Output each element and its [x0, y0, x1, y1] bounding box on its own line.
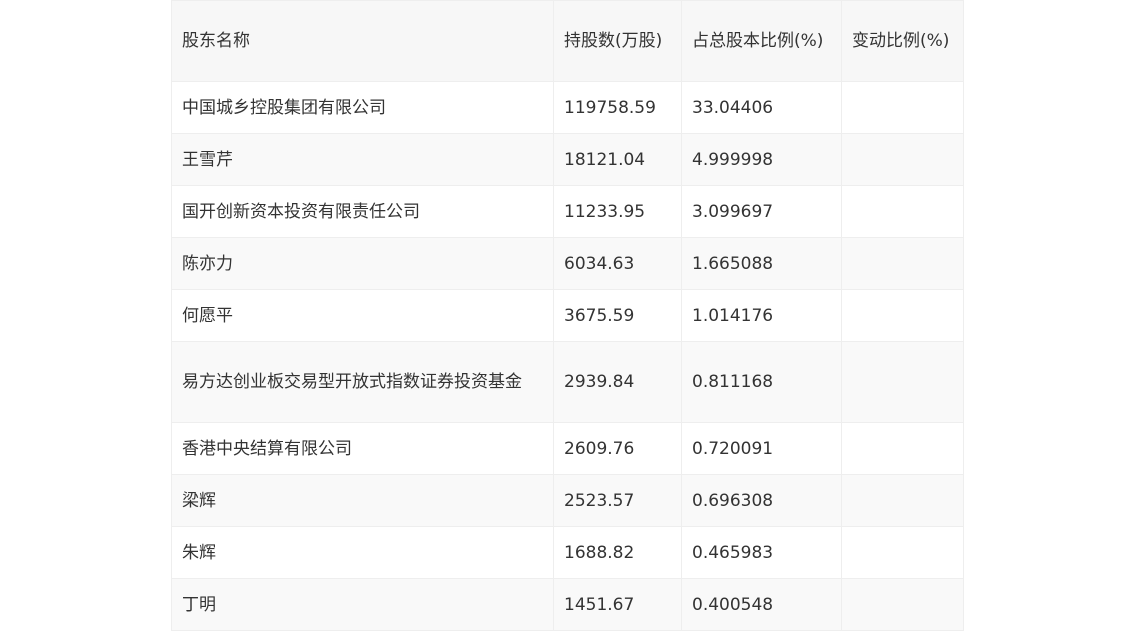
- cell-share-ratio: 1.665088: [681, 237, 842, 290]
- cell-shares-held: 11233.95: [553, 185, 682, 238]
- table-row: 中国城乡控股集团有限公司 119758.59 33.04406: [171, 81, 964, 134]
- cell-shares-held: 2609.76: [553, 422, 682, 475]
- cell-share-ratio: 4.999998: [681, 133, 842, 186]
- cell-shareholder-name: 国开创新资本投资有限责任公司: [171, 185, 554, 238]
- table-row: 国开创新资本投资有限责任公司 11233.95 3.099697: [171, 185, 964, 238]
- cell-share-ratio: 0.720091: [681, 422, 842, 475]
- table-row: 朱辉 1688.82 0.465983: [171, 526, 964, 579]
- header-share-ratio: 占总股本比例(%): [681, 0, 842, 82]
- cell-share-ratio: 0.465983: [681, 526, 842, 579]
- shareholder-table-container: 股东名称 持股数(万股) 占总股本比例(%) 变动比例(%) 中国城乡控股集团有…: [171, 0, 964, 631]
- cell-change-ratio: [841, 341, 964, 423]
- cell-shareholder-name: 陈亦力: [171, 237, 554, 290]
- shareholder-table: 股东名称 持股数(万股) 占总股本比例(%) 变动比例(%) 中国城乡控股集团有…: [171, 0, 964, 631]
- cell-change-ratio: [841, 289, 964, 342]
- cell-shares-held: 1688.82: [553, 526, 682, 579]
- cell-share-ratio: 0.811168: [681, 341, 842, 423]
- table-row: 易方达创业板交易型开放式指数证券投资基金 2939.84 0.811168: [171, 341, 964, 423]
- cell-change-ratio: [841, 422, 964, 475]
- cell-share-ratio: 0.400548: [681, 578, 842, 631]
- cell-shares-held: 2523.57: [553, 474, 682, 527]
- cell-change-ratio: [841, 133, 964, 186]
- cell-shareholder-name: 中国城乡控股集团有限公司: [171, 81, 554, 134]
- table-header-row: 股东名称 持股数(万股) 占总股本比例(%) 变动比例(%): [171, 0, 964, 82]
- cell-shareholder-name: 易方达创业板交易型开放式指数证券投资基金: [171, 341, 554, 423]
- cell-shares-held: 119758.59: [553, 81, 682, 134]
- cell-share-ratio: 33.04406: [681, 81, 842, 134]
- table-row: 丁明 1451.67 0.400548: [171, 578, 964, 631]
- cell-share-ratio: 1.014176: [681, 289, 842, 342]
- cell-shareholder-name: 梁辉: [171, 474, 554, 527]
- cell-shares-held: 2939.84: [553, 341, 682, 423]
- cell-shares-held: 18121.04: [553, 133, 682, 186]
- cell-shareholder-name: 王雪芹: [171, 133, 554, 186]
- table-row: 何愿平 3675.59 1.014176: [171, 289, 964, 342]
- cell-share-ratio: 0.696308: [681, 474, 842, 527]
- header-shareholder-name: 股东名称: [171, 0, 554, 82]
- cell-change-ratio: [841, 185, 964, 238]
- table-row: 王雪芹 18121.04 4.999998: [171, 133, 964, 186]
- table-row: 陈亦力 6034.63 1.665088: [171, 237, 964, 290]
- cell-shareholder-name: 丁明: [171, 578, 554, 631]
- cell-change-ratio: [841, 578, 964, 631]
- table-row: 香港中央结算有限公司 2609.76 0.720091: [171, 422, 964, 475]
- cell-shareholder-name: 香港中央结算有限公司: [171, 422, 554, 475]
- header-shares-held: 持股数(万股): [553, 0, 682, 82]
- cell-shares-held: 1451.67: [553, 578, 682, 631]
- table-row: 梁辉 2523.57 0.696308: [171, 474, 964, 527]
- cell-change-ratio: [841, 81, 964, 134]
- cell-share-ratio: 3.099697: [681, 185, 842, 238]
- cell-shares-held: 3675.59: [553, 289, 682, 342]
- cell-change-ratio: [841, 237, 964, 290]
- cell-shareholder-name: 何愿平: [171, 289, 554, 342]
- cell-change-ratio: [841, 474, 964, 527]
- cell-shares-held: 6034.63: [553, 237, 682, 290]
- cell-shareholder-name: 朱辉: [171, 526, 554, 579]
- header-change-ratio: 变动比例(%): [841, 0, 964, 82]
- cell-change-ratio: [841, 526, 964, 579]
